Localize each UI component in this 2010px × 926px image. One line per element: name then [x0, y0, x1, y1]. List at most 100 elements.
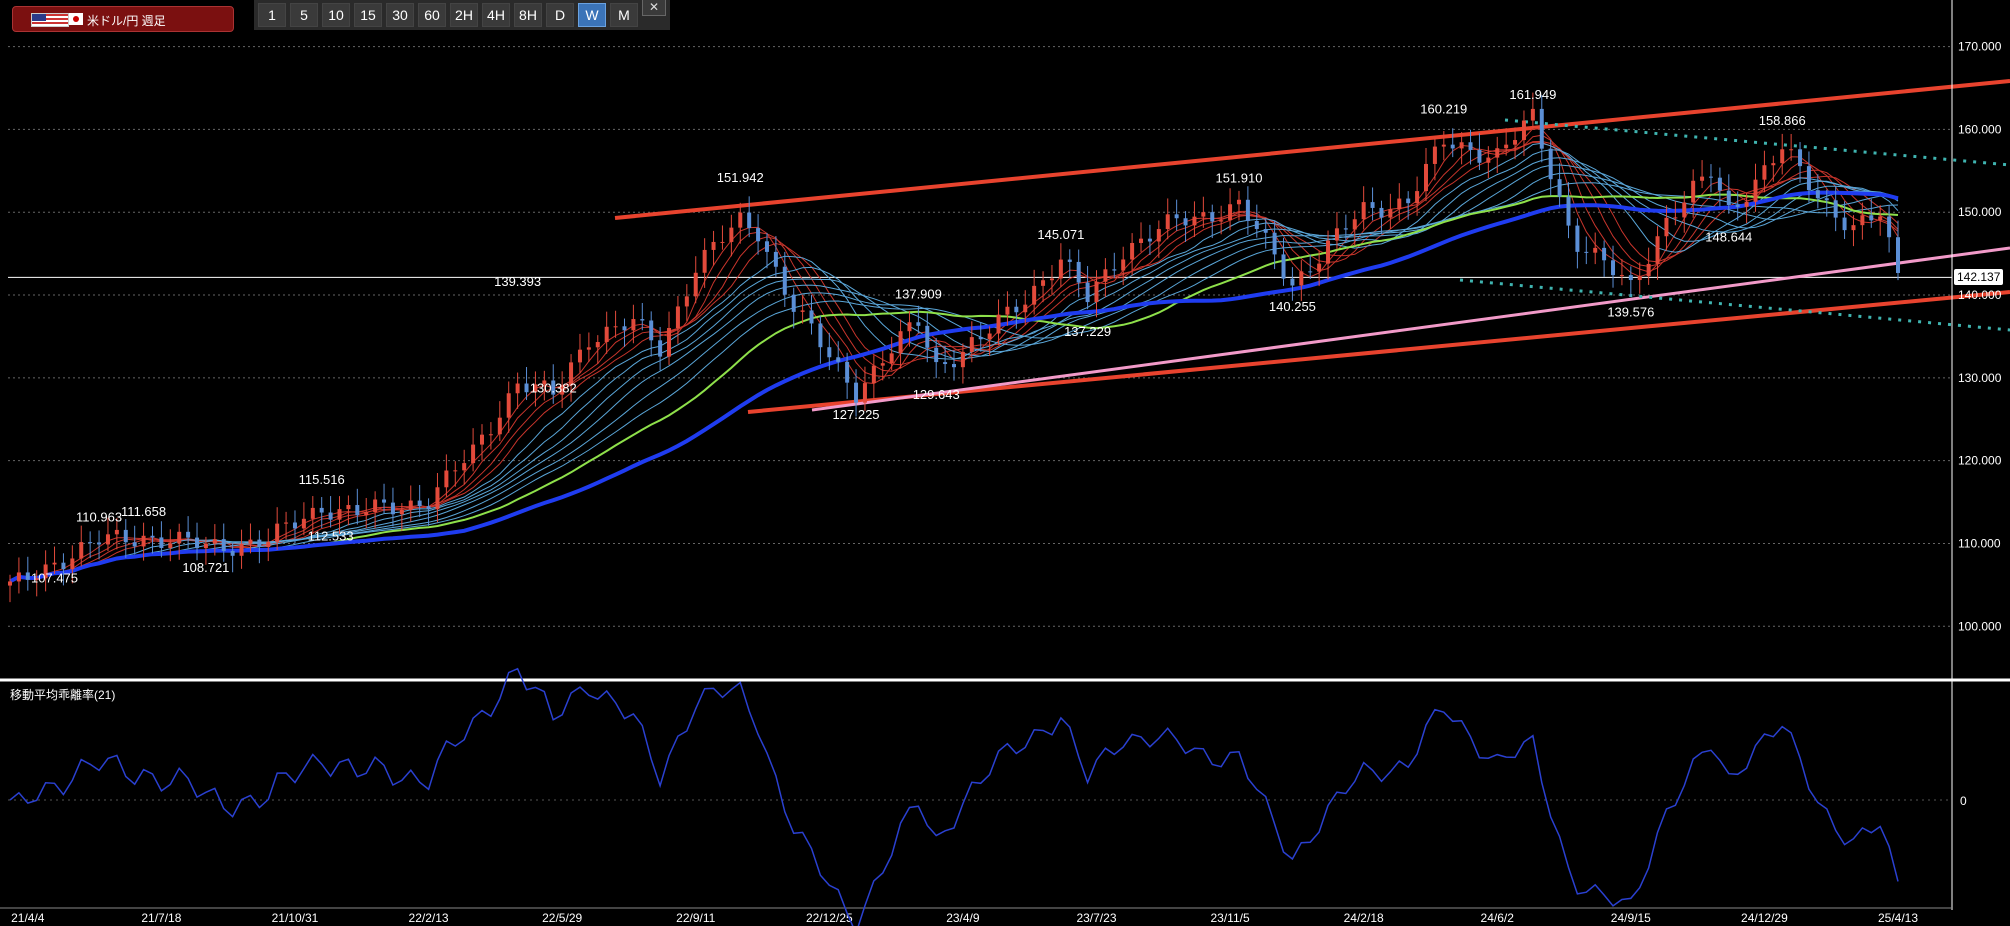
price-label: 137.909: [895, 286, 942, 301]
candle-body: [1085, 282, 1090, 303]
candle-body: [1130, 242, 1135, 260]
candle-body: [649, 320, 654, 341]
candle-body: [747, 212, 752, 229]
candle-body: [524, 383, 529, 393]
candle-body: [1049, 278, 1054, 281]
candle-body: [1459, 142, 1464, 149]
candle-body: [1530, 108, 1535, 121]
candle-body: [640, 319, 645, 321]
candle-body: [284, 522, 289, 524]
y-tick-label: 170.000: [1958, 40, 2002, 54]
candle-body: [711, 241, 716, 250]
candle-body: [773, 251, 778, 267]
candle-body: [1014, 306, 1019, 313]
candle-body: [515, 383, 520, 394]
candle-body: [702, 249, 707, 273]
close-icon[interactable]: ✕: [642, 0, 666, 16]
candle-body: [292, 522, 297, 529]
x-tick-label: 22/5/29: [542, 911, 582, 925]
timeframe-button-5[interactable]: 5: [290, 3, 318, 27]
candle-body: [1789, 149, 1794, 151]
candle-body: [987, 333, 992, 340]
candle-body: [1245, 199, 1250, 222]
timeframe-button-10[interactable]: 10: [322, 3, 350, 27]
y-tick-label: 150.000: [1958, 205, 2002, 219]
candle-body: [248, 539, 253, 544]
timeframe-button-30[interactable]: 30: [386, 3, 414, 27]
toolbar: 米ドル/円 週足 1 5 10 15 30 60 2H 4H 8H D W M ✕: [0, 0, 700, 32]
candle-body: [1806, 166, 1811, 191]
candle-body: [586, 347, 591, 350]
candle-body: [1139, 238, 1144, 243]
timeframe-button-4h[interactable]: 4H: [482, 3, 510, 27]
candle-body: [1548, 148, 1553, 180]
candle-body: [1896, 237, 1900, 273]
price-label: 129.643: [913, 387, 960, 402]
y-tick-label: 110.000: [1958, 536, 2001, 550]
price-label: 108.721: [182, 560, 229, 575]
candle-body: [1655, 236, 1660, 264]
candle-body: [1842, 217, 1847, 231]
candle-body: [577, 349, 582, 363]
timeframe-button-d[interactable]: D: [546, 3, 574, 27]
candle-body: [328, 512, 333, 520]
candle-body: [604, 326, 609, 343]
candle-body: [1388, 209, 1393, 218]
timeframe-button-m[interactable]: M: [610, 3, 638, 27]
candle-body: [1700, 176, 1705, 181]
candle-body: [1708, 176, 1713, 178]
timeframe-button-15[interactable]: 15: [354, 3, 382, 27]
x-tick-label: 24/2/18: [1344, 911, 1384, 925]
candle-body: [1878, 216, 1883, 221]
deviation-line: [9, 667, 1899, 926]
candle-body: [88, 542, 93, 544]
timeframe-button-2h[interactable]: 2H: [450, 3, 478, 27]
candle-body: [1495, 148, 1500, 158]
candle-body: [319, 507, 324, 513]
price-label: 111.658: [121, 504, 166, 519]
candle-body: [667, 328, 672, 357]
candle-body: [230, 550, 235, 556]
candle-body: [364, 512, 369, 516]
candle-body: [275, 523, 280, 542]
candle-body: [1254, 221, 1259, 230]
us-flag-icon: [31, 13, 69, 27]
candle-body: [390, 502, 395, 515]
price-label: 112.533: [308, 529, 354, 544]
pair-label: 米ドル/円 週足: [87, 14, 166, 28]
candle-body: [738, 212, 743, 228]
candle-body: [79, 542, 84, 559]
candle-body: [1771, 163, 1776, 166]
price-label: 161.949: [1509, 87, 1556, 102]
candle-body: [1575, 225, 1580, 252]
candle-body: [257, 539, 262, 548]
candle-body: [221, 539, 226, 551]
candle-body: [471, 444, 476, 464]
timeframe-button-8h[interactable]: 8H: [514, 3, 542, 27]
candle-body: [1753, 179, 1758, 202]
timeframe-button-w[interactable]: W: [578, 3, 606, 27]
y-tick-label: 140.000: [1958, 288, 2002, 302]
chart-canvas[interactable]: 110.963 107.475 111.658 108.721 115.516 112.5…: [0, 0, 2010, 926]
price-label: 127.225: [833, 407, 880, 422]
y-tick-label: 100.000: [1958, 619, 2002, 633]
timeframe-button-1[interactable]: 1: [258, 3, 286, 27]
candle-body: [960, 351, 965, 368]
candle-body: [809, 310, 814, 324]
candle-body: [1424, 163, 1428, 192]
candle-body: [827, 347, 832, 358]
candle-body: [1352, 219, 1357, 230]
candle-body: [186, 531, 191, 538]
candle-body: [1228, 204, 1233, 221]
candle-body: [1406, 198, 1411, 204]
candle-body: [925, 325, 930, 348]
timeframe-button-60[interactable]: 60: [418, 3, 446, 27]
candle-body: [1468, 142, 1473, 150]
candle-body: [212, 539, 217, 544]
candle-body: [301, 518, 306, 529]
candle-body: [1121, 259, 1126, 271]
currency-pair-selector[interactable]: 米ドル/円 週足: [12, 6, 234, 32]
candle-body: [1397, 198, 1402, 210]
candle-body: [1744, 201, 1749, 207]
candle-body: [1691, 180, 1696, 203]
